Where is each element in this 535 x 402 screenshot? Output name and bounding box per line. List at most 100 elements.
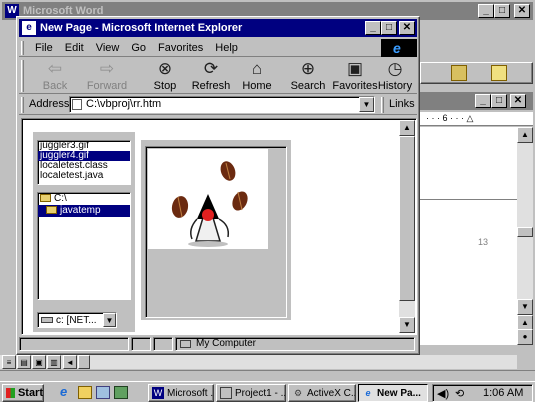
volume-icon[interactable]: ◀)	[437, 387, 449, 400]
drive-dropdown-button[interactable]: ▼	[103, 313, 116, 327]
tray-clock[interactable]: 1:06 AM	[483, 387, 523, 399]
word-close-button[interactable]: ✕	[514, 4, 530, 18]
search-label: Search	[290, 80, 326, 92]
status-zone-pane: My Computer	[175, 337, 415, 351]
stop-button[interactable]: ⊗ Stop	[139, 58, 191, 98]
word-doc-minimize-button[interactable]: _	[475, 94, 491, 108]
links-label[interactable]: Links	[389, 98, 415, 110]
ie-vertical-scrollbar[interactable]: ▲ ▼	[399, 120, 415, 333]
word-ruler: · · · 6 · · · △	[420, 112, 533, 126]
address-dropdown-button[interactable]: ▼	[359, 97, 374, 112]
word-horizontal-scrollbar[interactable]: ≡ ▤ ▣ ▥ ◄	[0, 355, 517, 369]
ie-scroll-thumb[interactable]	[399, 136, 415, 301]
network-icon[interactable]: ⟲	[455, 387, 464, 400]
forward-button[interactable]: ⇨ Forward	[81, 58, 133, 98]
toolbar-grip	[21, 60, 24, 92]
drive-select[interactable]: c: [NET... ▼	[37, 312, 117, 328]
task-project1[interactable]: Project1 - ...	[216, 384, 286, 402]
ie-scroll-up[interactable]: ▲	[399, 120, 415, 136]
ie-menu-bar: File Edit View Go Favorites Help e	[19, 39, 417, 57]
folder-open-icon	[40, 194, 51, 203]
address-grip	[21, 97, 24, 113]
task-new-page[interactable]: e New Pa...	[358, 384, 428, 402]
file-list-item-4[interactable]: localetest.java	[38, 171, 130, 181]
back-label: Back	[42, 80, 68, 92]
word-scroll-up[interactable]: ▲	[517, 127, 533, 143]
ie-maximize-button[interactable]: □	[381, 21, 397, 35]
word-select-browse[interactable]: ●	[517, 329, 533, 345]
word-doc-restore-button[interactable]: □	[491, 94, 507, 108]
word-view-online[interactable]: ▥	[47, 355, 61, 369]
task-activex-control[interactable]: ⚙ ActiveX C...	[288, 384, 356, 402]
status-zone-text: My Computer	[196, 338, 257, 349]
history-button[interactable]: ◷ History	[372, 58, 418, 98]
word-view-page[interactable]: ▣	[32, 355, 46, 369]
menu-edit[interactable]: Edit	[59, 39, 90, 57]
ie-standard-toolbar: ⇦ Back ⇨ Forward ⊗ Stop ⟳ Refresh ⌂ Home ⊕ Sea…	[19, 58, 417, 94]
duke-juggler-graphic	[171, 161, 248, 247]
file-list-item-2[interactable]: juggler4.gif	[38, 151, 130, 161]
file-list-item-1[interactable]: juggler3.gif	[38, 141, 130, 151]
quicklaunch-ie-icon[interactable]: e	[60, 385, 74, 399]
drive-value: c: [NET...	[56, 315, 97, 326]
word-minimize-button[interactable]: _	[478, 4, 494, 18]
dir-root-label: C:\	[54, 193, 67, 204]
home-icon: ⌂	[251, 59, 263, 78]
activex-icon: ⚙	[293, 388, 303, 398]
word-toolbar-icon-b[interactable]	[491, 65, 507, 81]
ie-close-button[interactable]: ✕	[399, 21, 415, 35]
start-button[interactable]: Start	[2, 384, 44, 402]
juggler-image	[148, 149, 268, 249]
quicklaunch-desktop-icon[interactable]	[96, 386, 110, 399]
ie-title: New Page - Microsoft Internet Explorer	[40, 22, 243, 34]
status-pane-2	[131, 337, 151, 351]
task-microsoft-word[interactable]: W Microsoft ...	[148, 384, 214, 402]
refresh-button[interactable]: ⟳ Refresh	[185, 58, 237, 98]
quicklaunch-channels-icon[interactable]	[114, 386, 128, 399]
links-grip	[381, 97, 384, 113]
word-maximize-button[interactable]: □	[494, 4, 510, 18]
file-list[interactable]: juggler3.gif juggler4.gif localetest.cla…	[37, 140, 131, 185]
history-label: History	[377, 80, 413, 92]
dir-list-item-javatemp[interactable]: javatemp	[38, 205, 130, 217]
word-toolbar-icon-a[interactable]	[451, 65, 467, 81]
dir-list-item-root[interactable]: C:\	[38, 193, 130, 205]
computer-icon	[180, 340, 191, 348]
file-list-item-3[interactable]: localetest.class	[38, 161, 130, 171]
directory-list[interactable]: C:\ javatemp	[37, 192, 131, 300]
menu-go[interactable]: Go	[125, 39, 152, 57]
word-vertical-scrollbar[interactable]: ▲ ▼ ▲ ●	[517, 127, 533, 345]
ie-title-bar[interactable]: e New Page - Microsoft Internet Explorer…	[19, 19, 417, 37]
menu-file[interactable]: File	[29, 39, 59, 57]
menu-favorites[interactable]: Favorites	[152, 39, 209, 57]
word-doc-close-button[interactable]: ✕	[510, 94, 526, 108]
search-button[interactable]: ⊕ Search	[282, 58, 334, 98]
back-arrow-icon: ⇦	[47, 59, 63, 78]
address-value: C:\vbproj\rr.htm	[86, 98, 162, 110]
back-button[interactable]: ⇦ Back	[29, 58, 81, 98]
word-view-normal[interactable]: ≡	[2, 355, 16, 369]
ruler-text: · · · 6 · · · △	[426, 113, 474, 123]
word-scroll-left[interactable]: ◄	[63, 355, 77, 369]
refresh-icon: ⟳	[203, 59, 219, 78]
word-hscroll-thumb[interactable]	[78, 355, 90, 369]
ie-app-icon: e	[22, 21, 36, 35]
favorites-label: Favorites	[332, 80, 378, 92]
home-button[interactable]: ⌂ Home	[231, 58, 283, 98]
task-activex-label: ActiveX C...	[307, 387, 356, 399]
folder-icon	[46, 206, 57, 215]
address-field[interactable]: C:\vbproj\rr.htm ▼	[69, 96, 375, 113]
ie-scroll-down[interactable]: ▼	[399, 317, 415, 333]
stop-icon: ⊗	[157, 59, 173, 78]
menu-view[interactable]: View	[90, 39, 126, 57]
quicklaunch-outlook-icon[interactable]	[78, 386, 92, 399]
page-divider	[420, 199, 517, 200]
ie-minimize-button[interactable]: _	[365, 21, 381, 35]
status-pane-3	[153, 337, 173, 351]
word-scroll-down[interactable]: ▼	[517, 299, 533, 315]
word-scroll-thumb[interactable]	[517, 227, 533, 237]
word-view-outline[interactable]: ▤	[17, 355, 31, 369]
word-document-area[interactable]: 13	[420, 127, 517, 345]
dir-javatemp-label: javatemp	[60, 205, 101, 216]
menu-help[interactable]: Help	[209, 39, 244, 57]
